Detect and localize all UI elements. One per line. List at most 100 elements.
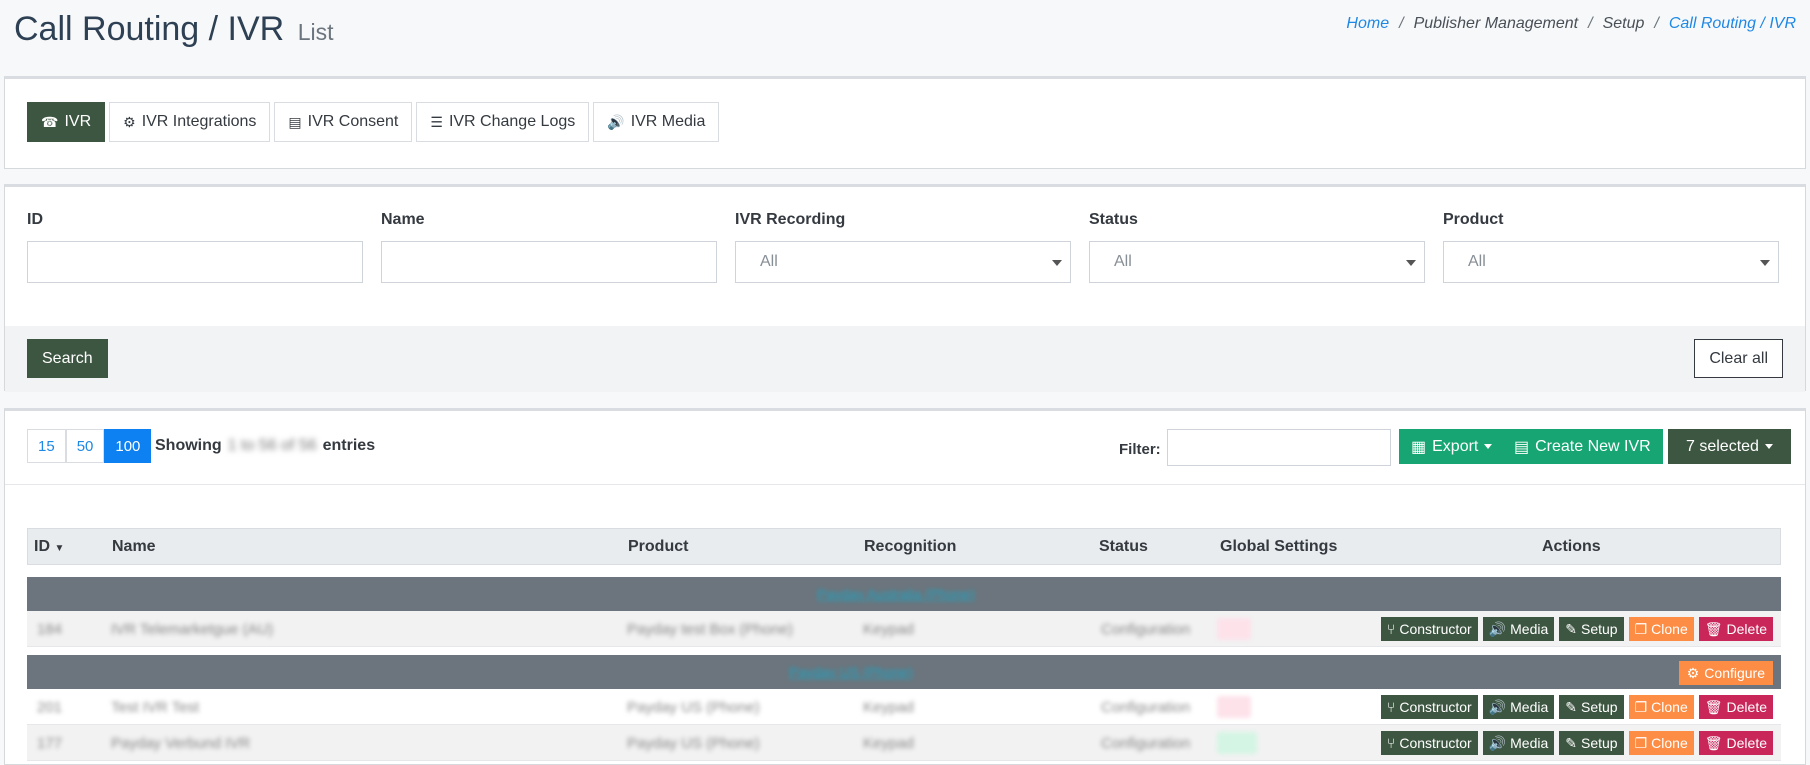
file-plus-icon: ▤ — [1514, 438, 1530, 456]
edit-icon: ✎ — [1565, 698, 1577, 715]
cell-id: 184 — [37, 621, 63, 638]
chevron-down-icon — [1760, 260, 1770, 266]
status-select[interactable]: All — [1089, 241, 1425, 283]
phone-square-icon: ☎ — [41, 113, 59, 130]
file-text-icon: ▤ — [288, 113, 302, 130]
filter-footer: Search Clear all — [5, 326, 1805, 392]
column-header-recognition[interactable]: Recognition — [864, 538, 956, 556]
filter-id-label: ID — [27, 211, 43, 228]
page-title: Call Routing / IVR List — [14, 10, 333, 49]
cell-product: Payday US (Phone) — [627, 735, 760, 752]
breadcrumb-home[interactable]: Home — [1346, 15, 1389, 33]
edit-icon: ✎ — [1565, 620, 1577, 637]
ivr-recording-select[interactable]: All — [735, 241, 1071, 283]
tab-ivr-media[interactable]: 🔊 IVR Media — [593, 102, 720, 142]
delete-button[interactable]: 🗑 Delete — [1698, 731, 1773, 755]
setup-button[interactable]: ✎ Setup — [1559, 695, 1624, 719]
tab-ivr-consent[interactable]: ▤ IVR Consent — [274, 102, 413, 142]
constructor-button[interactable]: ⑂ Constructor — [1380, 731, 1478, 755]
configure-button[interactable]: ⚙ Configure — [1678, 661, 1773, 685]
page-size-15[interactable]: 15 — [27, 429, 66, 463]
global-settings-badge — [1217, 618, 1251, 640]
delete-button[interactable]: 🗑 Delete — [1698, 617, 1773, 641]
volume-icon: 🔊 — [1488, 620, 1507, 637]
clear-all-button[interactable]: Clear all — [1694, 339, 1783, 378]
cell-recognition: Keypad — [863, 735, 914, 752]
cell-recognition: Keypad — [863, 699, 914, 716]
product-select[interactable]: All — [1443, 241, 1779, 283]
create-new-ivr-button[interactable]: ▤ Create New IVR — [1502, 429, 1663, 464]
constructor-button[interactable]: ⑂ Constructor — [1380, 695, 1478, 719]
table-header: ID ▼ Name Product Recognition Status Glo… — [27, 528, 1781, 565]
select-value: All — [1114, 253, 1132, 270]
copy-icon: ❐ — [1634, 734, 1648, 751]
cogs-icon: ⚙ — [123, 113, 136, 130]
group-link[interactable]: Payday US (Phone) — [789, 664, 913, 680]
branch-icon: ⑂ — [1386, 735, 1396, 751]
clone-button[interactable]: ❐ Clone — [1628, 731, 1694, 755]
column-header-global-settings[interactable]: Global Settings — [1220, 538, 1337, 556]
showing-entries: Showing 1 to 56 of 56 entries — [155, 437, 375, 455]
row-actions: ⑂ Constructor 🔊 Media ✎ Setup ❐ Clone 🗑 Delet… — [1380, 731, 1773, 755]
delete-button[interactable]: 🗑 Delete — [1698, 695, 1773, 719]
cell-status: Configuration — [1101, 735, 1191, 752]
filter-input[interactable] — [1167, 429, 1391, 466]
tab-bar: ☎ IVR ⚙ IVR Integrations ▤ IVR Consent ☰… — [27, 102, 720, 142]
showing-suffix: entries — [322, 437, 376, 454]
column-header-actions: Actions — [1542, 538, 1601, 555]
column-header-product[interactable]: Product — [628, 538, 688, 556]
tab-ivr[interactable]: ☎ IVR — [27, 102, 106, 142]
constructor-button[interactable]: ⑂ Constructor — [1380, 617, 1478, 641]
tab-label: IVR Media — [630, 113, 706, 130]
group-row: Payday US (Phone) ⚙ Configure — [27, 655, 1781, 689]
clone-button[interactable]: ❐ Clone — [1628, 695, 1694, 719]
cell-product: Payday test Box (Phone) — [627, 621, 793, 638]
table-row: 184 IVR Telemarketgue (AU) Payday test B… — [27, 611, 1781, 647]
columns-selected-button[interactable]: 7 selected — [1668, 429, 1791, 464]
media-button[interactable]: 🔊 Media — [1482, 617, 1555, 641]
volume-icon: 🔊 — [1488, 698, 1507, 715]
chevron-down-icon — [1764, 444, 1773, 449]
media-button[interactable]: 🔊 Media — [1482, 695, 1555, 719]
filter-status: Status All — [1089, 211, 1425, 283]
breadcrumb-setup[interactable]: Setup — [1603, 15, 1645, 33]
name-input[interactable] — [381, 241, 717, 283]
clone-button[interactable]: ❐ Clone — [1628, 617, 1694, 641]
media-button[interactable]: 🔊 Media — [1482, 731, 1555, 755]
filter-product: Product All — [1443, 211, 1779, 283]
column-header-id[interactable]: ID ▼ — [34, 538, 64, 556]
tab-ivr-change-logs[interactable]: ☰ IVR Change Logs — [416, 102, 590, 142]
column-header-status[interactable]: Status — [1099, 538, 1148, 556]
setup-button[interactable]: ✎ Setup — [1559, 731, 1624, 755]
list-toolbar: 15 50 100 Showing 1 to 56 of 56 entries … — [5, 411, 1805, 485]
chevron-down-icon — [1052, 260, 1062, 266]
export-button[interactable]: ▦ Export — [1399, 429, 1505, 464]
filter-recording-label: IVR Recording — [735, 211, 846, 228]
page-size-100[interactable]: 100 — [104, 429, 152, 463]
tab-label: IVR — [64, 113, 92, 130]
search-button[interactable]: Search — [27, 339, 108, 378]
table-row: 177 Payday Verbund IVR Payday US (Phone)… — [27, 725, 1781, 761]
tab-label: IVR Change Logs — [448, 113, 576, 130]
copy-icon: ❐ — [1634, 698, 1648, 715]
filter-recording: IVR Recording All — [735, 211, 1071, 283]
list-card: 15 50 100 Showing 1 to 56 of 56 entries … — [4, 408, 1806, 765]
filter-name-label: Name — [381, 211, 425, 228]
page-size-50[interactable]: 50 — [65, 429, 105, 463]
select-value: All — [1468, 253, 1486, 270]
breadcrumb-separator: / — [1399, 15, 1404, 32]
id-input[interactable] — [27, 241, 363, 283]
chevron-down-icon — [1484, 444, 1493, 449]
setup-button[interactable]: ✎ Setup — [1559, 617, 1624, 641]
group-link[interactable]: Payday Australia (Phone) — [817, 586, 975, 602]
breadcrumb-publisher-management[interactable]: Publisher Management — [1414, 15, 1579, 33]
global-settings-badge — [1217, 732, 1257, 754]
copy-icon: ❐ — [1634, 620, 1648, 637]
cell-id: 201 — [37, 699, 63, 716]
tab-ivr-integrations[interactable]: ⚙ IVR Integrations — [109, 102, 271, 142]
cell-status: Configuration — [1101, 621, 1191, 638]
column-header-name[interactable]: Name — [112, 538, 156, 556]
cell-name: Payday Verbund IVR — [111, 735, 251, 752]
breadcrumb-current[interactable]: Call Routing / IVR — [1669, 15, 1796, 33]
